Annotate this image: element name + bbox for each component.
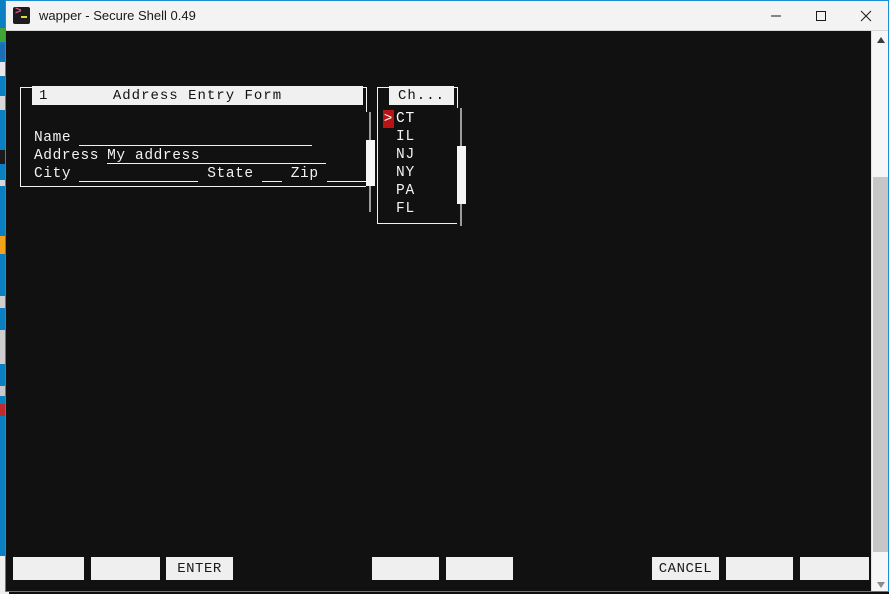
- function-key-8[interactable]: [800, 557, 869, 580]
- list-item[interactable]: FL: [378, 200, 457, 218]
- address-input[interactable]: My address: [107, 148, 200, 164]
- form-row-city-state-zip: City State Zip: [34, 166, 374, 182]
- list-item-label: PA: [396, 183, 416, 199]
- scrollbar-thumb[interactable]: [366, 140, 375, 186]
- state-choice-dropdown[interactable]: Ch... > CT IL NJ NY PA FL: [377, 86, 466, 226]
- city-label: City: [34, 166, 72, 182]
- screen: wapper - Secure Shell 0.49 1 Address En: [0, 0, 889, 594]
- list-item[interactable]: > CT: [378, 110, 457, 128]
- name-label: Name: [34, 130, 72, 146]
- caret-up-icon[interactable]: [872, 31, 888, 48]
- close-icon[interactable]: [843, 1, 888, 31]
- window-title: wapper - Secure Shell 0.49: [39, 8, 196, 23]
- address-label: Address: [34, 148, 100, 164]
- list-item-label: NY: [396, 165, 416, 181]
- form-row-name: Name: [34, 130, 313, 146]
- list-item[interactable]: NJ: [378, 146, 457, 164]
- form-fields: Name Address My address City State Zip: [21, 114, 374, 186]
- list-item-label: CT: [396, 111, 416, 127]
- terminal-vertical-scrollbar[interactable]: [871, 31, 888, 591]
- form-panel-title-bar: 1 Address Entry Form: [32, 86, 363, 105]
- address-entry-form-panel: 1 Address Entry Form Name Address My add…: [20, 86, 375, 212]
- city-input[interactable]: [79, 166, 199, 182]
- function-key-5[interactable]: [446, 557, 513, 580]
- list-item-label: FL: [396, 201, 416, 217]
- title-bar[interactable]: wapper - Secure Shell 0.49: [6, 1, 888, 31]
- list-item-label: IL: [396, 129, 416, 145]
- zip-label: Zip: [290, 166, 319, 182]
- dropdown-title: Ch...: [389, 86, 454, 105]
- terminal-window: wapper - Secure Shell 0.49 1 Address En: [5, 0, 889, 592]
- form-panel-title: Address Entry Form: [112, 87, 283, 104]
- function-key-4[interactable]: [372, 557, 439, 580]
- function-key-7[interactable]: [726, 557, 793, 580]
- list-item[interactable]: PA: [378, 182, 457, 200]
- minimize-icon[interactable]: [753, 1, 798, 31]
- function-key-2[interactable]: [91, 557, 160, 580]
- scrollbar-thumb[interactable]: [873, 177, 888, 552]
- caret-down-icon[interactable]: [872, 576, 888, 591]
- function-key-1[interactable]: [13, 557, 84, 580]
- state-label: State: [207, 166, 254, 182]
- address-input-filler[interactable]: [189, 148, 327, 164]
- cancel-button[interactable]: CANCEL: [652, 557, 719, 580]
- state-input[interactable]: [261, 166, 282, 182]
- dropdown-scrollbar[interactable]: [457, 108, 466, 226]
- maximize-icon[interactable]: [798, 1, 843, 31]
- window-controls: [753, 1, 888, 31]
- list-item[interactable]: NY: [378, 164, 457, 182]
- terminal-prompt-icon: [13, 6, 30, 24]
- terminal-client-area[interactable]: 1 Address Entry Form Name Address My add…: [6, 31, 888, 591]
- function-key-bar: ENTER CANCEL: [6, 557, 872, 580]
- selection-cursor-icon: >: [383, 110, 394, 128]
- list-item[interactable]: IL: [378, 128, 457, 146]
- name-input[interactable]: [79, 130, 313, 146]
- form-row-address: Address My address: [34, 148, 327, 164]
- list-item-label: NJ: [396, 147, 416, 163]
- enter-button[interactable]: ENTER: [166, 557, 233, 580]
- scrollbar-thumb[interactable]: [457, 146, 466, 204]
- dropdown-list[interactable]: > CT IL NJ NY PA FL: [378, 110, 457, 223]
- form-panel-scrollbar[interactable]: [366, 112, 375, 212]
